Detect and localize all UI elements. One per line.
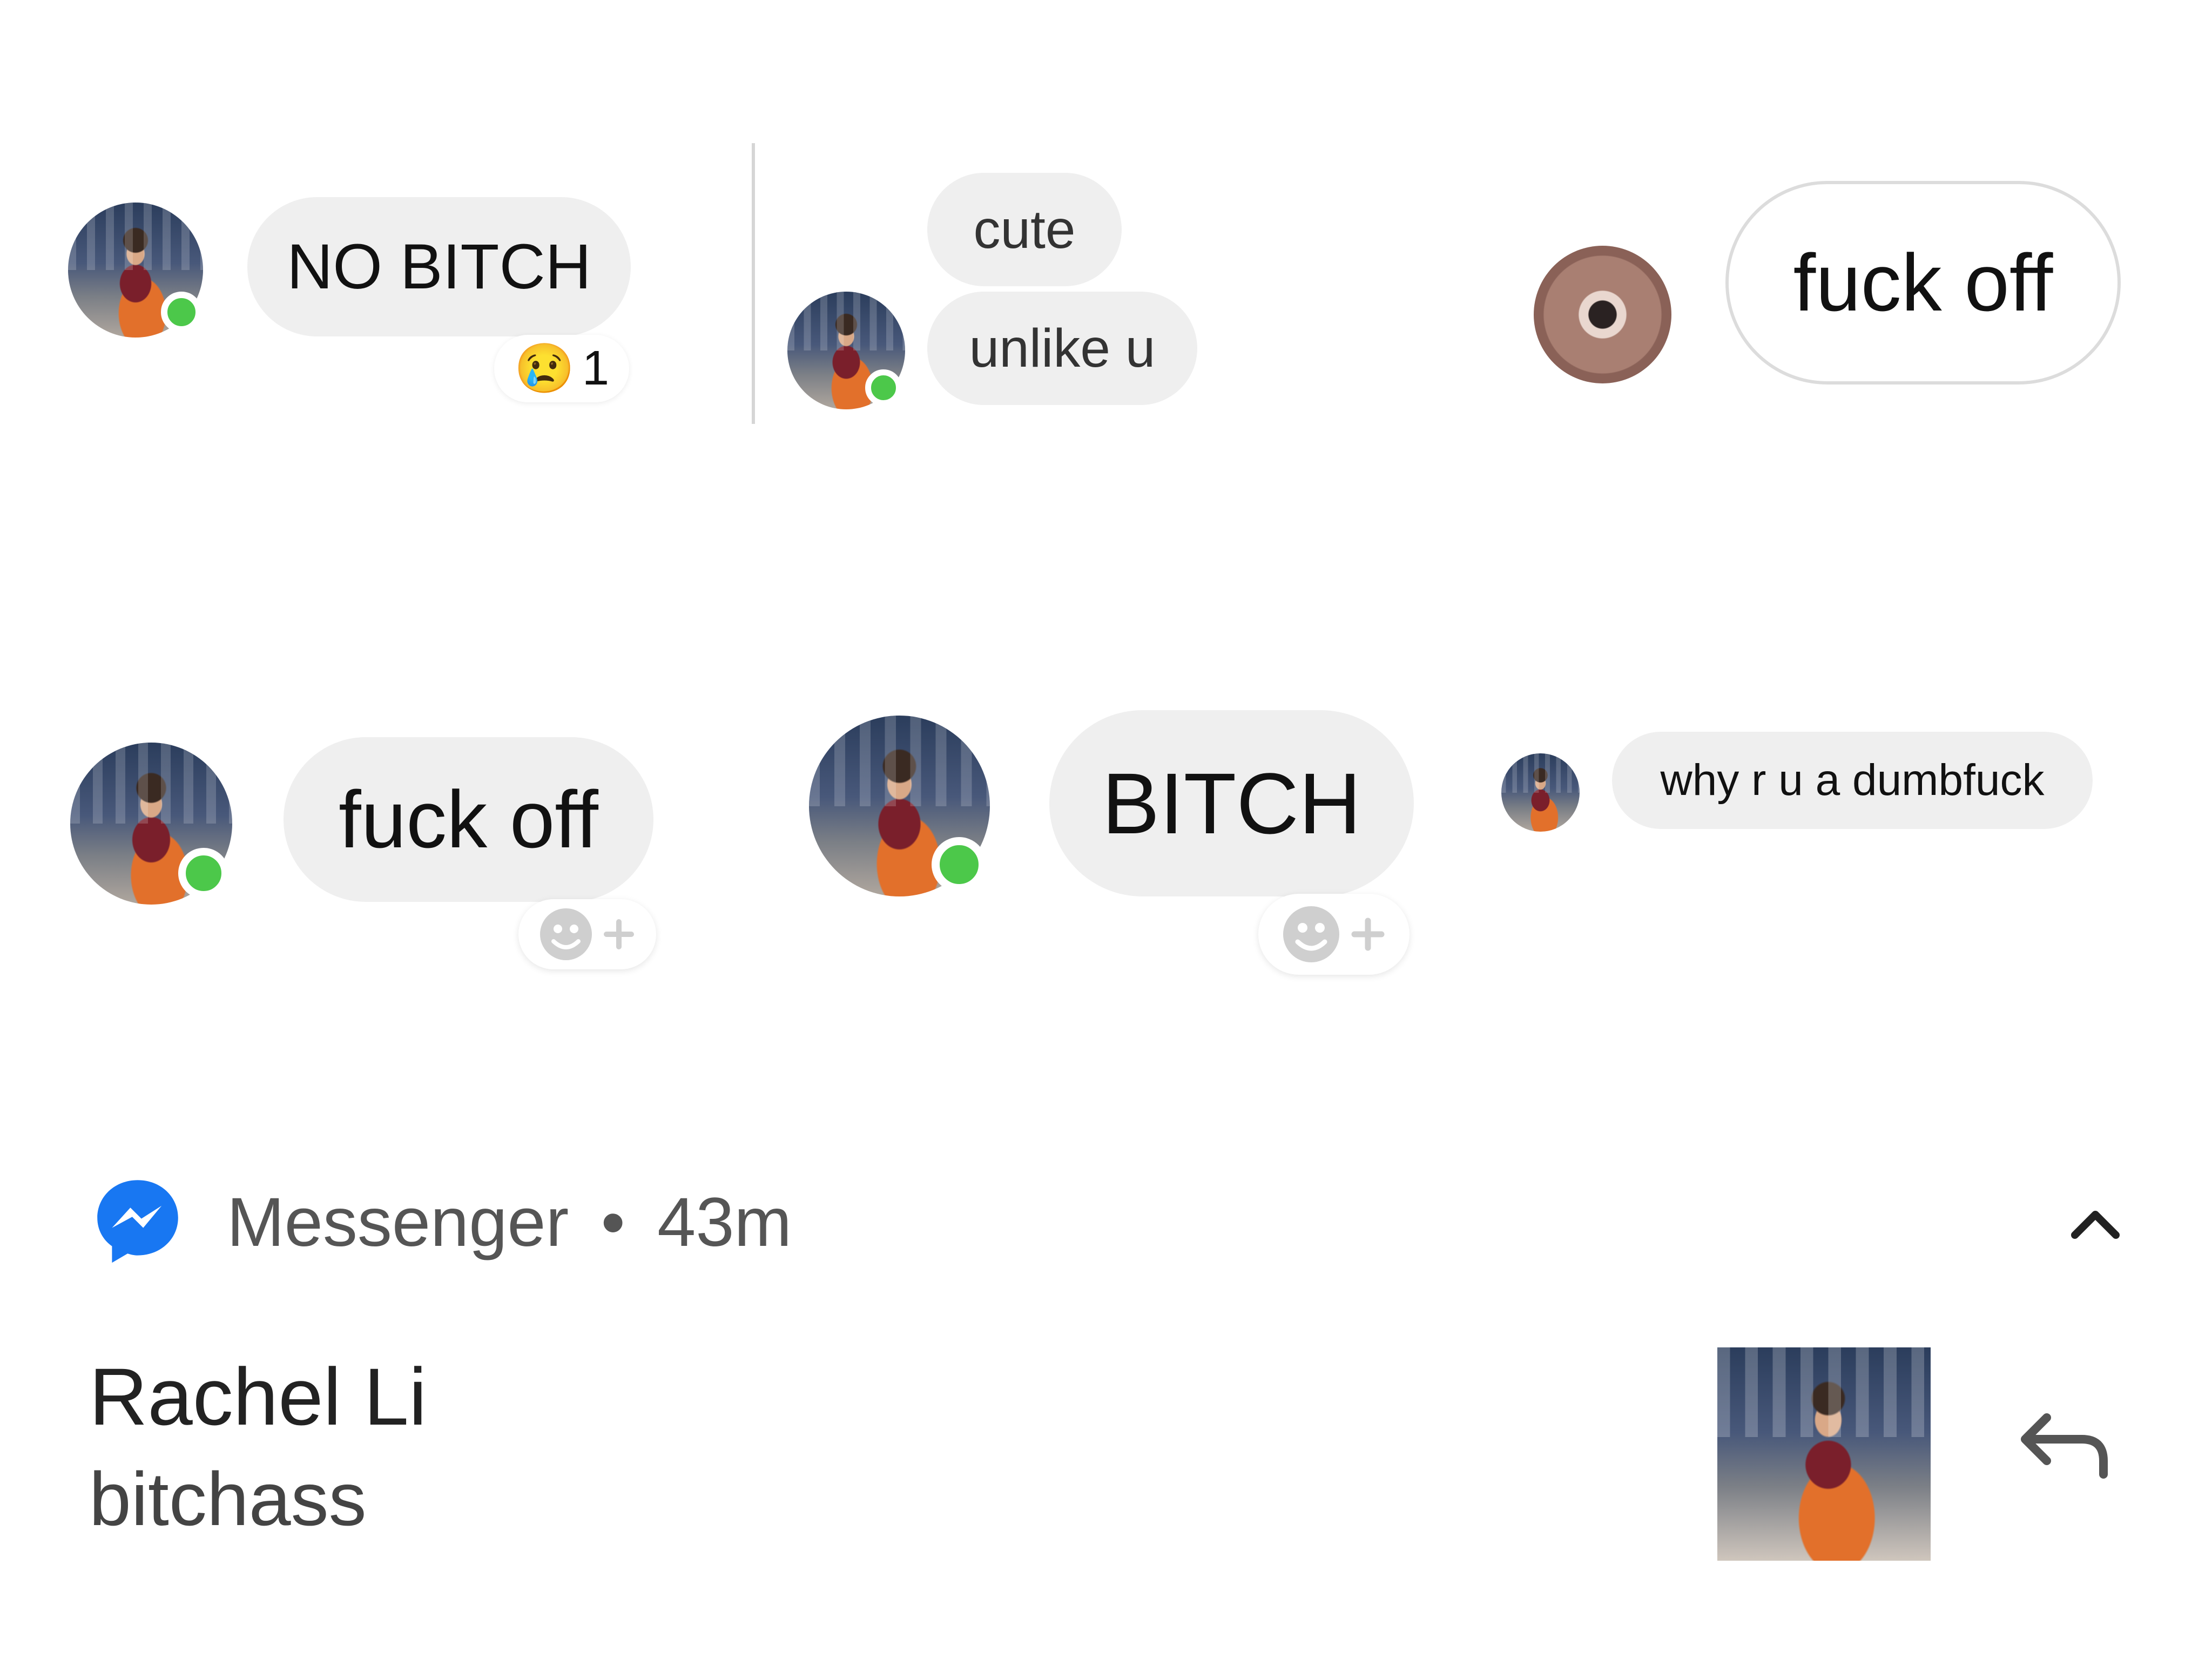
reaction-chip[interactable]: 😢 1 — [494, 335, 629, 402]
add-reaction-button[interactable] — [518, 899, 656, 969]
message-text: unlike u — [969, 318, 1156, 379]
add-reaction-button[interactable] — [1258, 894, 1410, 975]
notification-card[interactable]: Messenger • 43m Rachel Li bitchass — [22, 1102, 2203, 1659]
message-text: fuck off — [1793, 237, 2053, 328]
crying-emoji-icon: 😢 — [514, 342, 575, 396]
online-indicator — [178, 848, 229, 899]
message-bubble[interactable]: why r u a dumbfuck — [1612, 732, 2093, 829]
message-text: NO BITCH — [287, 231, 591, 302]
message-bubble[interactable]: unlike u — [927, 292, 1197, 405]
online-indicator — [161, 292, 202, 333]
sender-name: Rachel Li — [89, 1351, 427, 1442]
online-indicator — [865, 369, 902, 406]
message-text: fuck off — [339, 774, 598, 865]
app-name: Messenger — [227, 1184, 569, 1261]
message-text: BITCH — [1102, 754, 1361, 852]
message-bubble[interactable]: BITCH — [1049, 710, 1414, 896]
reaction-count: 1 — [582, 341, 610, 395]
panel-divider — [752, 143, 755, 424]
avatar — [1534, 246, 1671, 383]
time-ago: 43m — [657, 1184, 792, 1261]
message-bubble[interactable]: NO BITCH — [247, 197, 631, 336]
messenger-icon — [92, 1175, 184, 1266]
message-bubble[interactable]: fuck off — [1725, 181, 2121, 385]
collapse-chevron-icon[interactable] — [2063, 1202, 2128, 1245]
notification-thumbnail — [1717, 1347, 1931, 1561]
separator: • — [601, 1184, 625, 1261]
online-indicator — [932, 837, 987, 892]
reply-icon[interactable] — [2014, 1401, 2117, 1488]
add-reaction-icon — [1283, 906, 1385, 962]
notification-header: Messenger • 43m — [227, 1183, 792, 1262]
message-text: cute — [973, 199, 1076, 260]
message-bubble[interactable]: cute — [927, 173, 1122, 286]
add-reaction-icon — [539, 908, 634, 960]
notification-body: bitchass — [89, 1456, 367, 1541]
message-text: why r u a dumbfuck — [1660, 756, 2045, 805]
message-bubble[interactable]: fuck off — [284, 737, 653, 902]
avatar — [1501, 753, 1580, 832]
